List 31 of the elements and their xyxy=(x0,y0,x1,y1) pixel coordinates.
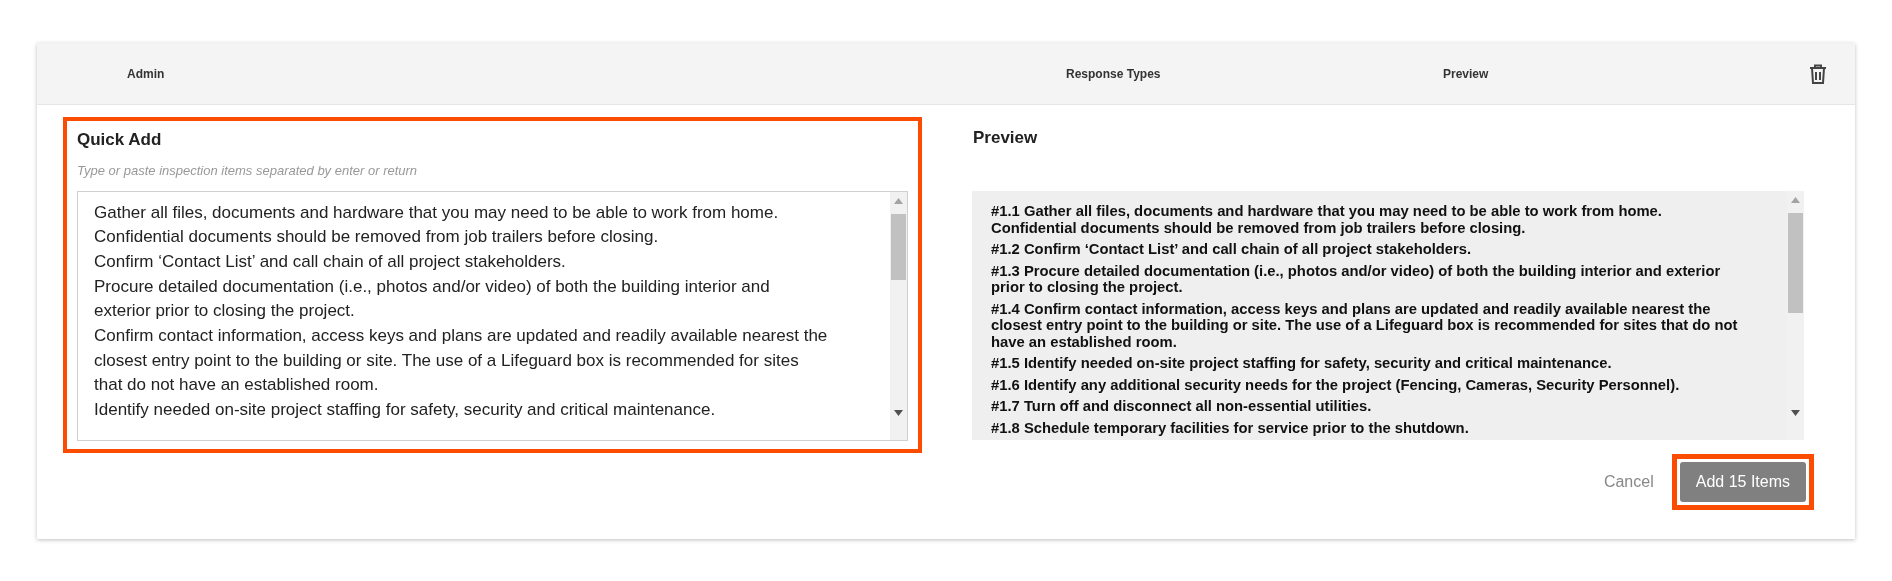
text-line: Gather all files, documents and hardware that you may need to be able to work from home. xyxy=(94,201,780,224)
add-items-button[interactable]: Add 15 Items xyxy=(1679,462,1806,502)
column-header: Admin xyxy=(127,65,166,83)
preview-item: #1.5 Identify needed on-site project staffing for safety, security and critical maintenance. xyxy=(991,355,1613,372)
section-title: Quick Add xyxy=(77,129,163,151)
scroll-thumb[interactable] xyxy=(891,213,906,280)
column-header: Response Types xyxy=(1066,65,1162,83)
scrollbar[interactable] xyxy=(890,191,907,440)
text-line: Identify needed on-site project staffing for safety, security and critical maintenance. xyxy=(94,399,717,422)
text-line: Confirm contact information, access keys and plans are updated and readily available nearest the closest entry point to the building or site. The use of a Lifeguard box is recommended for sites that do not have an established room. xyxy=(94,325,829,397)
scroll-up-icon[interactable] xyxy=(894,197,903,204)
section-title: Preview xyxy=(973,127,1039,149)
preview-item: #1.4 Confirm contact information, access keys and plans are updated and readily available nearest the closest entry point to the building or site. The use of a Lifeguard box is recommended for sites that do not have an established room. xyxy=(991,300,1739,350)
column-header: Preview xyxy=(1443,65,1490,83)
scroll-down-icon[interactable] xyxy=(894,409,903,416)
preview-item: #1.6 Identify any additional security needs for the project (Fencing, Cameras, Security Personnel). xyxy=(991,376,1681,393)
cancel-button[interactable]: Cancel xyxy=(1603,470,1654,494)
preview-item: #1.3 Procure detailed documentation (i.e., photos and/or video) of both the building interior and exterior prior to closing the project. xyxy=(991,262,1722,296)
text-area[interactable] xyxy=(77,190,908,441)
scroll-thumb[interactable] xyxy=(1788,213,1803,313)
scroll-down-icon[interactable] xyxy=(1791,410,1800,416)
text-line: Procure detailed documentation (i.e., photos and/or video) of both the building interior and exterior prior to closing the project. xyxy=(94,275,771,323)
trash-icon[interactable] xyxy=(1809,63,1827,84)
preview-item: #1.7 Turn off and disconnect all non-essential utilities. xyxy=(991,398,1373,415)
hint-text: Type or paste inspection items separated by enter or return xyxy=(77,162,419,180)
preview-item: #1.8 Schedule temporary facilities for service prior to the shutdown. xyxy=(991,419,1470,436)
text-line: Confidential documents should be removed from job trailers before closing. xyxy=(94,226,660,249)
text-line: Confirm ‘Contact List’ and call chain of all project stakeholders. xyxy=(94,250,567,273)
scroll-up-icon[interactable] xyxy=(1791,197,1800,203)
preview-item: #1.2 Confirm ‘Contact List’ and call chain of all project stakeholders. xyxy=(991,241,1473,258)
preview-item: #1.1 Gather all files, documents and hardware that you may need to be able to work from home. Confidential documents should be removed from job trailers before closing. xyxy=(991,203,1663,236)
